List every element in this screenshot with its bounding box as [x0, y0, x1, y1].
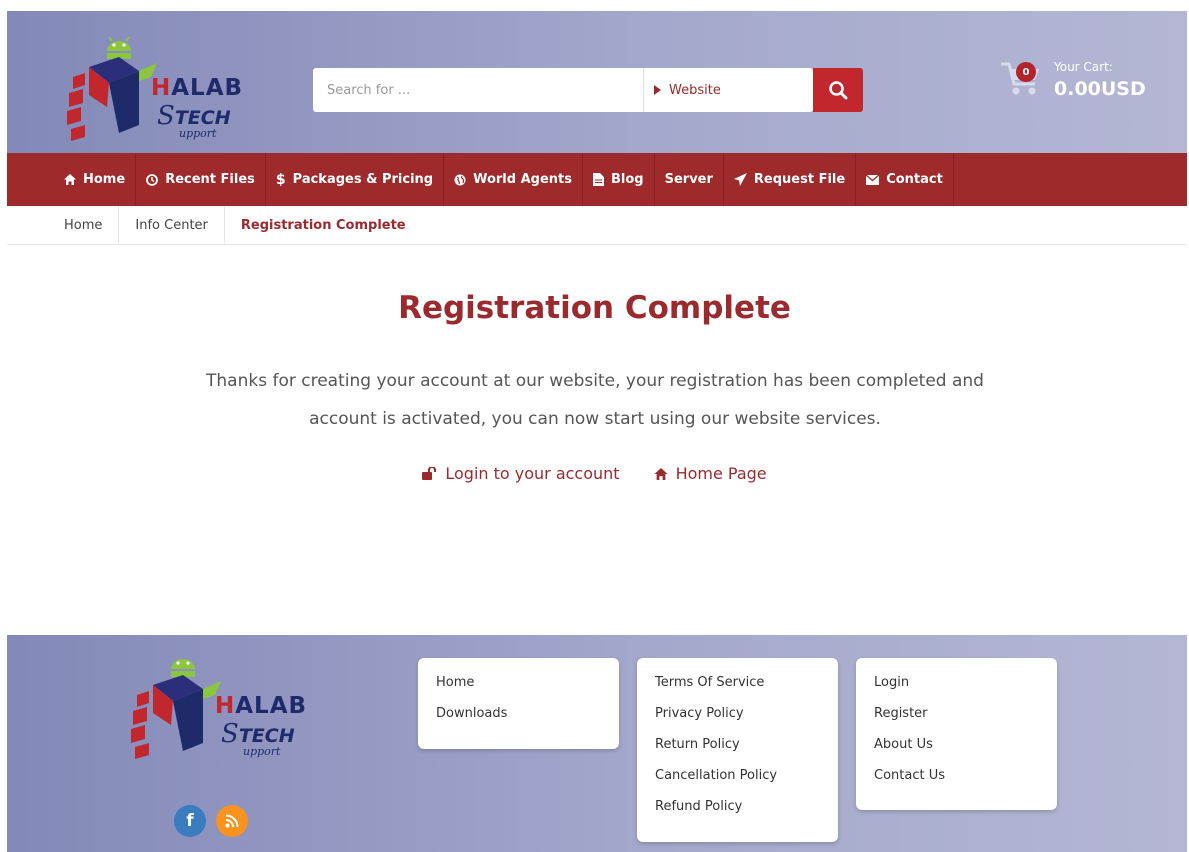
facebook-button[interactable]: f — [174, 805, 206, 837]
nav-label: Request File — [753, 172, 846, 187]
breadcrumb-current: Registration Complete — [240, 217, 406, 233]
document-icon — [593, 173, 604, 186]
facebook-icon: f — [186, 811, 194, 831]
nav-item-contact[interactable]: Contact — [856, 153, 954, 206]
logo-support-text: upport — [179, 127, 217, 140]
footer-logo[interactable]: HALAB STECH upport — [123, 655, 333, 765]
nav-item-request-file[interactable]: Request File — [724, 153, 857, 206]
login-link[interactable]: Login to your account — [422, 464, 620, 483]
message-line: Thanks for creating your account at our … — [206, 371, 984, 391]
home-icon — [654, 467, 668, 480]
nav-item-world-agents[interactable]: World Agents — [444, 153, 583, 206]
caret-right-icon — [654, 85, 661, 95]
social-links: f — [174, 805, 248, 837]
android-icon — [107, 36, 131, 59]
site-header: HALAB STECH upport Website 0 Your Cart: … — [7, 11, 1187, 153]
nav-label: Recent Files — [165, 172, 255, 187]
breadcrumb: Home Info Center Registration Complete — [7, 206, 1187, 245]
footer-link-contact[interactable]: Contact Us — [874, 765, 1039, 787]
cart-label: Your Cart: — [1054, 60, 1113, 74]
cart-count-badge: 0 — [1016, 62, 1036, 82]
footer-link-refund[interactable]: Refund Policy — [655, 796, 820, 818]
nav-item-blog[interactable]: Blog — [583, 153, 655, 206]
unlock-icon — [422, 467, 437, 480]
nav-item-recent-files[interactable]: Recent Files — [136, 153, 266, 206]
footer-link-login[interactable]: Login — [874, 672, 1039, 703]
search-input[interactable] — [313, 68, 643, 112]
footer-link-register[interactable]: Register — [874, 703, 1039, 734]
nav-label: Contact — [886, 172, 943, 187]
nav-item-server[interactable]: Server — [655, 153, 724, 206]
search-icon — [829, 81, 848, 100]
logo-text: HALAB — [215, 693, 308, 719]
send-icon — [733, 173, 747, 186]
action-links: Login to your account Home Page — [0, 464, 1189, 483]
footer-link-cancellation[interactable]: Cancellation Policy — [655, 765, 820, 796]
android-icon — [171, 659, 195, 677]
footer-link-privacy[interactable]: Privacy Policy — [655, 703, 820, 734]
footer-column-1: Home Downloads — [418, 658, 619, 749]
search-bar: Website — [313, 68, 813, 112]
logo-text: HALAB — [151, 75, 244, 101]
breadcrumb-info-center[interactable]: Info Center — [119, 206, 225, 244]
cart-widget[interactable]: 0 Your Cart: 0.00USD — [999, 58, 1159, 108]
cart-total: 0.00USD — [1054, 78, 1146, 100]
footer-link-home[interactable]: Home — [436, 672, 601, 703]
message-line: account is activated, you can now start … — [309, 409, 881, 429]
home-icon — [64, 174, 76, 185]
logo-support-text: upport — [243, 745, 281, 758]
breadcrumb-home[interactable]: Home — [54, 206, 120, 244]
home-link-label: Home Page — [675, 464, 767, 483]
site-footer: HALAB STECH upport f Home Downloads Term… — [7, 635, 1187, 852]
nav-item-home[interactable]: Home — [54, 153, 137, 206]
footer-link-return[interactable]: Return Policy — [655, 734, 820, 765]
site-logo[interactable]: HALAB STECH upport — [59, 36, 269, 147]
dollar-icon: $ — [275, 171, 286, 188]
search-scope-label: Website — [669, 82, 721, 98]
page-title: Registration Complete — [398, 290, 791, 326]
envelope-icon — [866, 174, 880, 185]
nav-label: Packages & Pricing — [292, 172, 434, 187]
rss-button[interactable] — [216, 805, 248, 837]
nav-label: Server — [664, 172, 713, 187]
nav-label: World Agents — [473, 172, 572, 187]
search-button[interactable] — [813, 68, 863, 112]
footer-link-downloads[interactable]: Downloads — [436, 703, 601, 725]
footer-link-about[interactable]: About Us — [874, 734, 1039, 765]
footer-link-terms[interactable]: Terms Of Service — [655, 672, 820, 703]
nav-label: Blog — [611, 172, 644, 187]
rss-icon — [225, 814, 239, 828]
search-scope-dropdown[interactable]: Website — [644, 68, 812, 112]
footer-column-2: Terms Of Service Privacy Policy Return P… — [637, 658, 838, 842]
clock-icon — [146, 173, 159, 186]
nav-item-packages-pricing[interactable]: $ Packages & Pricing — [266, 153, 445, 206]
nav-label: Home — [83, 172, 126, 187]
main-nav: Home Recent Files $ Packages & Pricing W… — [7, 153, 1187, 206]
login-link-label: Login to your account — [445, 464, 620, 483]
footer-column-3: Login Register About Us Contact Us — [856, 658, 1057, 810]
home-page-link[interactable]: Home Page — [654, 464, 767, 483]
registration-message: Thanks for creating your account at our … — [160, 362, 1030, 438]
globe-icon — [454, 174, 466, 185]
